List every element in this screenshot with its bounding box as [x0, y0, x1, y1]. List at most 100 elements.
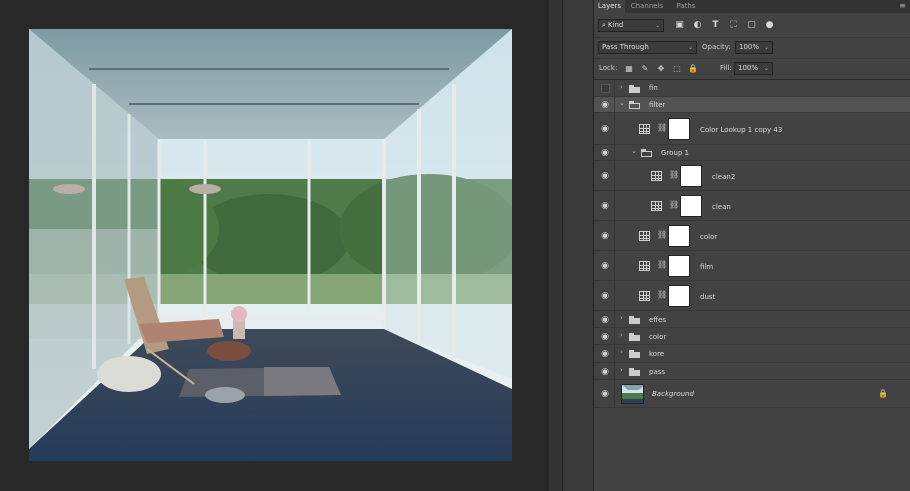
- layer-row[interactable]: ◉ ⌄ Group 1: [594, 145, 910, 161]
- document-canvas[interactable]: [0, 0, 549, 491]
- lock-transparent-icon[interactable]: ▦: [624, 63, 634, 74]
- layer-row[interactable]: ◉ › kore: [594, 345, 910, 363]
- filter-row: ⌕ Kind ⌄ ▣ ◐ T ⛶ ▢ ●: [594, 16, 910, 36]
- layer-row[interactable]: ◉ ⛓ film: [594, 251, 910, 281]
- eye-icon[interactable]: ◉: [600, 124, 610, 134]
- link-icon[interactable]: ⛓: [657, 260, 667, 269]
- eye-icon[interactable]: ◉: [600, 171, 610, 181]
- eye-icon[interactable]: ◉: [600, 148, 610, 158]
- layer-mask-thumbnail[interactable]: [668, 225, 690, 247]
- adjustment-filter-icon[interactable]: ◐: [692, 20, 703, 31]
- chevron-right-icon[interactable]: ›: [620, 366, 623, 374]
- chevron-down-icon[interactable]: ⌄: [619, 99, 625, 107]
- chevron-down-icon: ⌄: [654, 22, 660, 29]
- shape-filter-icon[interactable]: ⛶: [728, 20, 739, 31]
- link-icon[interactable]: ⛓: [669, 170, 679, 179]
- eye-icon[interactable]: ◉: [600, 367, 610, 377]
- canvas-image[interactable]: [29, 29, 512, 461]
- chevron-down-icon[interactable]: ⌄: [631, 147, 637, 155]
- row-divider: [614, 97, 615, 112]
- tab-paths[interactable]: Paths: [671, 0, 701, 13]
- filter-toggle-icon[interactable]: ●: [764, 20, 775, 31]
- eye-icon[interactable]: ◉: [600, 201, 610, 211]
- folder-icon: [629, 368, 640, 376]
- filter-kind-select[interactable]: ⌕ Kind ⌄: [598, 19, 664, 32]
- folder-open-icon: [641, 149, 652, 157]
- lock-position-icon[interactable]: ✥: [656, 63, 666, 74]
- tab-layers[interactable]: Layers: [594, 0, 625, 13]
- eye-icon[interactable]: ◉: [600, 332, 610, 342]
- layer-name: kore: [649, 350, 665, 358]
- layer-row[interactable]: ◉ ⛓ Color Lookup 1 copy 43: [594, 113, 910, 145]
- lock-icon: 🔒: [878, 389, 888, 398]
- eye-icon[interactable]: ◉: [600, 100, 610, 110]
- eye-icon[interactable]: ◉: [600, 315, 610, 325]
- fill-value: 100%: [738, 64, 759, 72]
- layer-row-selected[interactable]: ◉ ⌄ filter: [594, 97, 910, 113]
- layer-mask-thumbnail[interactable]: [668, 285, 690, 307]
- opacity-input[interactable]: 100% ⌄: [735, 41, 773, 54]
- layer-name: Color Lookup 1 copy 43: [700, 126, 783, 134]
- eye-icon[interactable]: ◉: [600, 261, 610, 271]
- layer-mask-thumbnail[interactable]: [668, 118, 690, 140]
- layer-row[interactable]: ◉ ⛓ clean2: [594, 161, 910, 191]
- panel-menu-icon[interactable]: ≡: [898, 1, 907, 10]
- layer-row[interactable]: › fin: [594, 80, 910, 97]
- layer-row[interactable]: ◉ › pass: [594, 363, 910, 380]
- eye-icon[interactable]: ◉: [600, 231, 610, 241]
- pixel-filter-icon[interactable]: ▣: [674, 20, 685, 31]
- blend-row: Pass Through ⌄ Opacity: 100% ⌄: [594, 37, 910, 58]
- lock-row: Lock: ▦ ✎ ✥ ⬚ 🔒 Fill: 100% ⌄: [594, 58, 910, 79]
- lock-image-icon[interactable]: ✎: [640, 63, 650, 74]
- layer-row[interactable]: ◉ Background 🔒: [594, 380, 910, 408]
- link-icon[interactable]: ⛓: [657, 290, 667, 299]
- layer-mask-thumbnail[interactable]: [668, 255, 690, 277]
- fill-input[interactable]: 100% ⌄: [734, 62, 773, 75]
- layer-name: Background: [652, 390, 694, 398]
- search-icon: ⌕: [602, 21, 606, 29]
- chevron-right-icon[interactable]: ›: [620, 348, 623, 356]
- folder-icon: [629, 333, 640, 341]
- smart-object-filter-icon[interactable]: ▢: [746, 20, 757, 31]
- layer-row[interactable]: ◉ › effes: [594, 311, 910, 328]
- eye-icon[interactable]: ◉: [600, 349, 610, 359]
- link-icon[interactable]: ⛓: [669, 200, 679, 209]
- tab-channels[interactable]: Channels: [627, 0, 667, 13]
- row-divider: [614, 113, 615, 144]
- folder-icon: [629, 350, 640, 358]
- type-filter-icon[interactable]: T: [710, 20, 721, 31]
- lock-all-icon[interactable]: 🔒: [688, 63, 698, 74]
- layer-name: fin: [649, 84, 658, 92]
- layer-thumbnail[interactable]: [621, 384, 644, 404]
- layer-mask-thumbnail[interactable]: [680, 195, 702, 217]
- background-thumbnail-image: [622, 385, 643, 403]
- lock-artboard-icon[interactable]: ⬚: [672, 63, 682, 74]
- chevron-right-icon[interactable]: ›: [620, 331, 623, 339]
- visibility-toggle[interactable]: [601, 84, 610, 93]
- layer-name: Group 1: [661, 149, 689, 157]
- link-icon[interactable]: ⛓: [657, 230, 667, 239]
- layer-name: clean: [712, 203, 731, 211]
- eye-icon[interactable]: ◉: [600, 291, 610, 301]
- blend-mode-select[interactable]: Pass Through ⌄: [598, 41, 697, 54]
- layer-row[interactable]: ◉ ⛓ color: [594, 221, 910, 251]
- collapsed-panel-strip[interactable]: [562, 0, 593, 491]
- layer-name: effes: [649, 316, 667, 324]
- adjustment-layer-icon: [639, 261, 650, 271]
- layer-row[interactable]: ◉ › color: [594, 328, 910, 345]
- chevron-right-icon[interactable]: ›: [620, 83, 623, 91]
- link-icon[interactable]: ⛓: [657, 123, 667, 132]
- layer-row[interactable]: ◉ ⛓ dust: [594, 281, 910, 311]
- layer-row[interactable]: ◉ ⛓ clean: [594, 191, 910, 221]
- row-divider: [614, 363, 615, 379]
- panel-tabs: Layers Channels Paths ≡: [594, 0, 910, 13]
- adjustment-layer-icon: [651, 201, 662, 211]
- eye-icon[interactable]: ◉: [600, 389, 610, 399]
- layer-name: film: [700, 263, 714, 271]
- folder-icon: [629, 316, 640, 324]
- layer-mask-thumbnail[interactable]: [680, 165, 702, 187]
- row-divider: [614, 251, 615, 280]
- chevron-right-icon[interactable]: ›: [620, 314, 623, 322]
- adjustment-layer-icon: [651, 171, 662, 181]
- chevron-down-icon: ⌄: [763, 44, 769, 51]
